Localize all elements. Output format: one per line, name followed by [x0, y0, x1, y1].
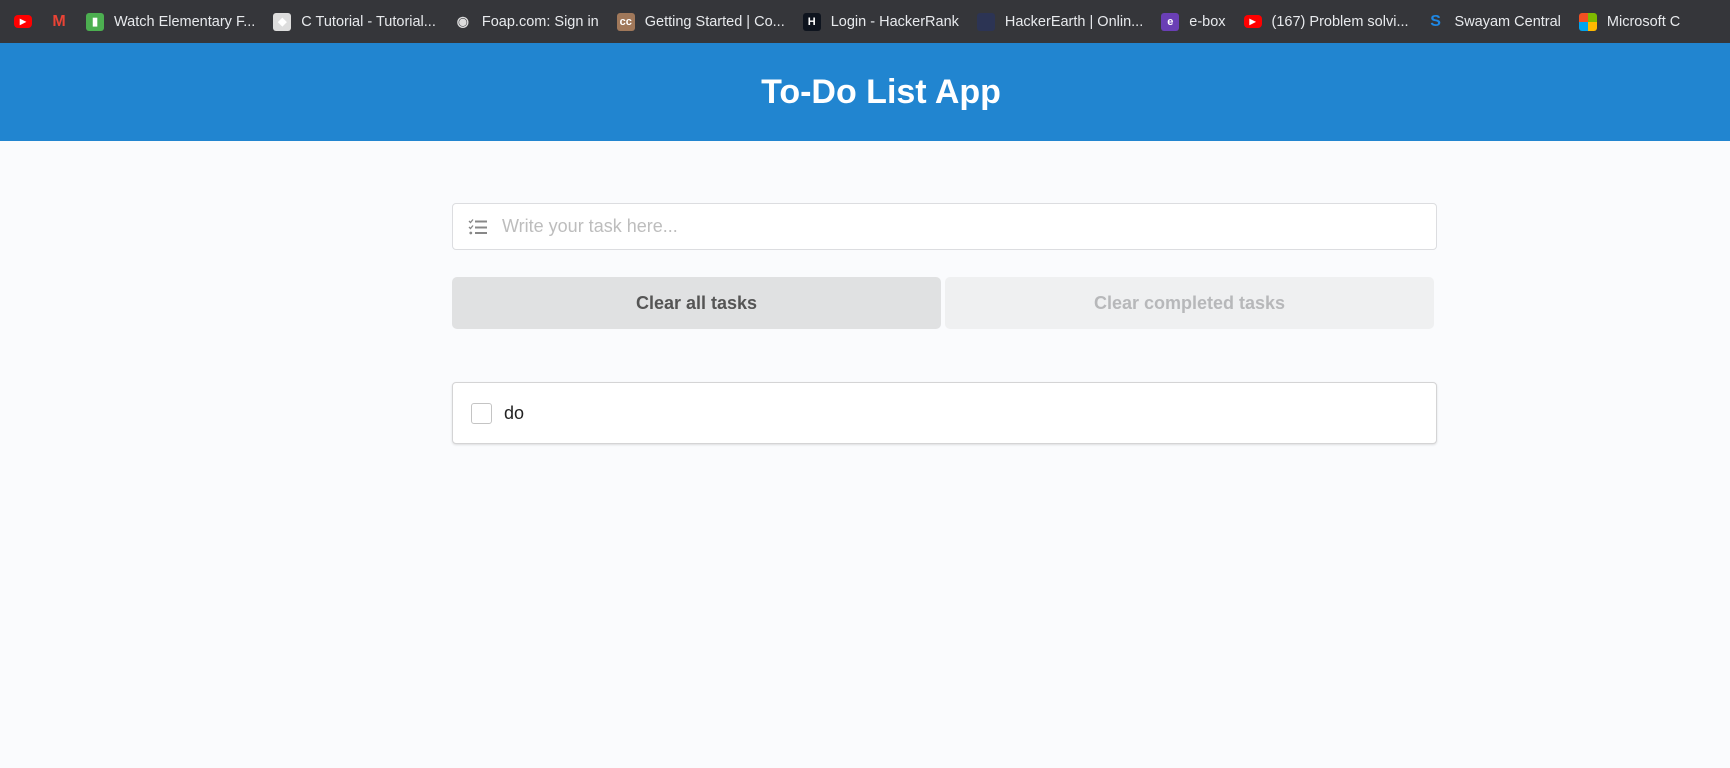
bookmark-label: C Tutorial - Tutorial... [301, 13, 436, 30]
bookmark-item[interactable]: HackerEarth | Onlin... [976, 12, 1144, 31]
hackerearth-icon [976, 12, 995, 31]
bookmark-item[interactable]: e e-box [1161, 12, 1226, 31]
bookmark-label: Getting Started | Co... [644, 13, 785, 30]
youtube-icon: ▶ [1243, 15, 1262, 28]
task-input[interactable] [500, 215, 1436, 238]
hackerrank-icon: H [802, 12, 821, 31]
bookmark-item[interactable]: ◆ C Tutorial - Tutorial... [273, 12, 436, 31]
bookmark-item[interactable]: ▶ [14, 15, 32, 28]
bookmark-label: HackerEarth | Onlin... [1004, 13, 1144, 30]
cc-icon: cc [616, 12, 635, 31]
task-label: do [504, 402, 525, 423]
bookmark-item[interactable]: ▮ Watch Elementary F... [86, 12, 256, 31]
bookmark-label: Login - HackerRank [830, 13, 959, 30]
task-item: do [452, 382, 1437, 444]
bookmark-label: Foap.com: Sign in [481, 13, 599, 30]
microsoft-icon [1578, 12, 1597, 31]
page-title: To-Do List App [761, 72, 1001, 111]
bookmark-icon: ▮ [86, 12, 104, 31]
bookmark-label: Swayam Central [1454, 13, 1561, 30]
bookmark-item[interactable]: ◉ Foap.com: Sign in [454, 13, 599, 31]
ebox-icon: e [1161, 12, 1180, 31]
youtube-icon: ▶ [14, 15, 32, 28]
bookmark-item[interactable]: ▶ (167) Problem solvi... [1243, 13, 1409, 30]
app-header: To-Do List App [0, 43, 1730, 141]
diamond-icon: ◆ [273, 12, 292, 31]
bookmark-item[interactable]: cc Getting Started | Co... [616, 12, 785, 31]
bookmark-label: (167) Problem solvi... [1271, 13, 1409, 30]
clear-all-tasks-button[interactable]: Clear all tasks [452, 277, 941, 329]
gmail-icon: M [52, 12, 66, 30]
bookmark-item[interactable]: S Swayam Central [1427, 13, 1561, 31]
camera-icon: ◉ [456, 13, 469, 29]
bookmark-item[interactable]: H Login - HackerRank [802, 12, 959, 31]
bookmark-item[interactable]: Microsoft C [1578, 12, 1681, 31]
task-checkbox[interactable] [471, 402, 492, 424]
bookmark-label: e-box [1189, 13, 1226, 30]
bookmark-label: Watch Elementary F... [114, 13, 256, 30]
task-input-container[interactable] [452, 203, 1437, 250]
bookmarks-bar: ▶ M ▮ Watch Elementary F... ◆ C Tutorial - Tu… [0, 0, 1730, 43]
clear-completed-tasks-button[interactable]: Clear completed tasks [945, 277, 1434, 329]
task-list-icon [468, 218, 487, 234]
bookmark-label: Microsoft C [1606, 13, 1681, 30]
bookmark-item[interactable]: M [50, 13, 68, 31]
swayam-icon: S [1430, 12, 1441, 30]
